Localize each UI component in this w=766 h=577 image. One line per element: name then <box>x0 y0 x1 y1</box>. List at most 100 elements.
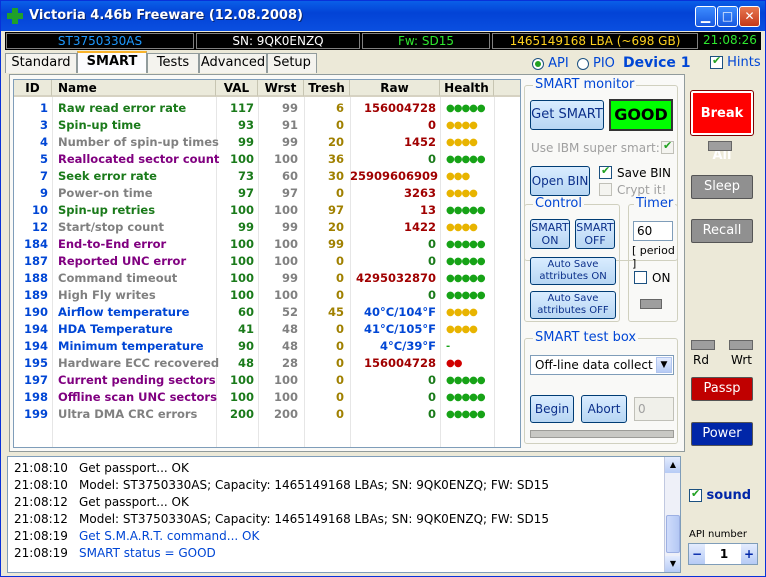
timer-period-label: [ period ] <box>632 244 675 270</box>
open-bin-button[interactable]: Open BIN <box>530 166 590 196</box>
tab-advanced[interactable]: Advanced <box>199 53 267 73</box>
col-health[interactable]: Health <box>440 80 494 97</box>
test-counter-field[interactable]: 0 <box>634 397 674 421</box>
api-number-stepper[interactable]: − 1 + <box>688 543 758 565</box>
autosave-on-button[interactable]: Auto Save attributes ON <box>530 257 616 285</box>
table-row[interactable]: 195 Hardware ECC recovered 48 28 0 156004728 ●… <box>14 355 520 372</box>
begin-button[interactable]: Begin <box>530 395 574 423</box>
cell-health: ●●●●● <box>446 409 486 420</box>
cell-tresh: 0 <box>335 271 344 285</box>
tab-tests[interactable]: Tests <box>147 53 199 73</box>
minus-icon[interactable]: − <box>689 544 705 564</box>
cell-val: 100 <box>229 254 254 268</box>
cell-val: 73 <box>237 169 254 183</box>
abort-button[interactable]: Abort <box>581 395 627 423</box>
cell-name: Hardware ECC recovered <box>58 356 220 370</box>
table-row[interactable]: 194 Minimum temperature 90 48 0 4°C/39°F - <box>14 338 520 355</box>
table-row[interactable]: 3 Spin-up time 93 91 0 0 ●●●● <box>14 117 520 134</box>
cell-tresh: 0 <box>335 356 344 370</box>
recall-button[interactable]: Recall <box>691 219 753 243</box>
table-row[interactable]: 199 Ultra DMA CRC errors 200 200 0 0 ●●●●● <box>14 406 520 423</box>
tab-standard[interactable]: Standard <box>5 53 77 73</box>
table-row[interactable]: 187 Reported UNC error 100 100 0 0 ●●●●● <box>14 253 520 270</box>
tab-setup[interactable]: Setup <box>267 53 317 73</box>
scroll-thumb[interactable] <box>666 515 680 553</box>
timer-on-checkbox[interactable] <box>634 271 647 284</box>
scroll-down-icon[interactable]: ▼ <box>665 556 680 572</box>
col-name[interactable]: Name <box>52 80 216 97</box>
scroll-up-icon[interactable]: ▲ <box>665 457 680 473</box>
table-row[interactable]: 9 Power-on time 97 97 0 3263 ●●●● <box>14 185 520 202</box>
api-radio[interactable] <box>532 57 544 70</box>
table-row[interactable]: 198 Offline scan UNC sectors 100 100 0 0 ●●●●● <box>14 389 520 406</box>
log-time: 21:08:10 <box>14 461 68 475</box>
cell-wrst: 100 <box>273 237 298 251</box>
cell-tresh: 0 <box>335 288 344 302</box>
timer-period-input[interactable]: 60 <box>633 221 673 241</box>
hints-checkbox[interactable] <box>710 54 723 69</box>
cell-id: 5 <box>39 152 48 166</box>
cell-wrst: 52 <box>281 305 298 319</box>
col-tresh[interactable]: Tresh <box>304 80 350 97</box>
table-row[interactable]: 5 Reallocated sector count 100 100 36 0 ●●●●● <box>14 151 520 168</box>
tab-smart[interactable]: SMART <box>77 51 147 73</box>
cell-val: 200 <box>229 407 254 421</box>
cell-tresh: 97 <box>327 203 344 217</box>
log-line: 21:08:12 Model: ST3750330AS; Capacity: 14… <box>14 511 549 528</box>
smart-attributes-table[interactable]: ID Name VAL Wrst Tresh Raw Health 1 Raw r… <box>13 79 521 448</box>
device-label[interactable]: Device 1 <box>623 55 690 71</box>
sound-label: sound <box>706 488 752 503</box>
cell-val: 48 <box>237 356 254 370</box>
table-row[interactable]: 4 Number of spin-up times 99 99 20 1452 ●●●● <box>14 134 520 151</box>
save-bin-checkbox[interactable] <box>599 164 612 179</box>
break-all-button[interactable]: Break All <box>690 90 754 163</box>
sound-toggle[interactable]: sound <box>689 487 752 503</box>
maximize-button[interactable]: □ <box>717 6 738 27</box>
table-row[interactable]: 7 Seek error rate 73 60 30 25909606909 ●●● <box>14 168 520 185</box>
cell-id: 199 <box>23 407 48 421</box>
table-row[interactable]: 188 Command timeout 100 99 0 4295032870 ●●●●● <box>14 270 520 287</box>
cell-name: Airflow temperature <box>58 305 190 319</box>
table-row[interactable]: 12 Start/stop count 99 99 20 1422 ●●●● <box>14 219 520 236</box>
log-scrollbar[interactable]: ▲ ▼ <box>664 457 680 572</box>
passport-button[interactable]: Passp <box>691 377 753 401</box>
minimize-button[interactable]: ▁ <box>695 6 716 27</box>
table-row[interactable]: 184 End-to-End error 100 100 99 0 ●●●●● <box>14 236 520 253</box>
smart-on-button[interactable]: SMART ON <box>530 219 570 249</box>
smart-off-button[interactable]: SMART OFF <box>575 219 615 249</box>
col-id[interactable]: ID <box>14 80 52 97</box>
cell-name: Power-on time <box>58 186 153 200</box>
close-button[interactable]: ✕ <box>739 6 760 27</box>
autosave-off-button[interactable]: Auto Save attributes OFF <box>530 291 616 319</box>
col-raw[interactable]: Raw <box>350 80 440 97</box>
cell-wrst: 100 <box>273 254 298 268</box>
col-val[interactable]: VAL <box>216 80 258 97</box>
title-bar[interactable]: Victoria 4.46b Freeware (12.08.2008) ▁ □… <box>1 1 765 31</box>
log-line: 21:08:19 Get S.M.A.R.T. command... OK <box>14 528 259 545</box>
cell-wrst: 48 <box>281 339 298 353</box>
col-wrst[interactable]: Wrst <box>258 80 304 97</box>
pio-radio[interactable] <box>576 57 589 70</box>
cell-name: End-to-End error <box>58 237 167 251</box>
api-number-label: API number <box>689 529 748 540</box>
log-panel[interactable]: 21:08:10 Get passport... OK 21:08:10 Model:… <box>7 456 681 573</box>
plus-icon[interactable]: + <box>741 544 757 564</box>
hints-toggle[interactable]: Hints <box>710 54 761 70</box>
table-row[interactable]: 194 HDA Temperature 41 48 0 41°C/105°F ●●●● <box>14 321 520 338</box>
table-row[interactable]: 189 High Fly writes 100 100 0 0 ●●●●● <box>14 287 520 304</box>
cell-val: 100 <box>229 152 254 166</box>
table-row[interactable]: 1 Raw read error rate 117 99 6 156004728 ●●●●● <box>14 100 520 117</box>
ibm-super-smart-checkbox[interactable] <box>661 139 674 154</box>
crypt-checkbox[interactable] <box>599 183 612 196</box>
table-row[interactable]: 197 Current pending sectors 100 100 0 0 ●●●●● <box>14 372 520 389</box>
table-row[interactable]: 190 Airflow temperature 60 52 45 40°C/104°F ●●… <box>14 304 520 321</box>
test-progress-bar <box>530 430 674 438</box>
sound-checkbox[interactable] <box>689 487 702 502</box>
table-row[interactable]: 10 Spin-up retries 100 100 97 13 ●●●●● <box>14 202 520 219</box>
power-button[interactable]: Power <box>691 422 753 446</box>
test-type-select[interactable]: Off-line data collect ▼ <box>530 355 674 375</box>
cell-id: 12 <box>31 220 48 234</box>
sleep-button[interactable]: Sleep <box>691 175 753 199</box>
chevron-down-icon[interactable]: ▼ <box>656 357 672 373</box>
get-smart-button[interactable]: Get SMART <box>530 100 604 130</box>
